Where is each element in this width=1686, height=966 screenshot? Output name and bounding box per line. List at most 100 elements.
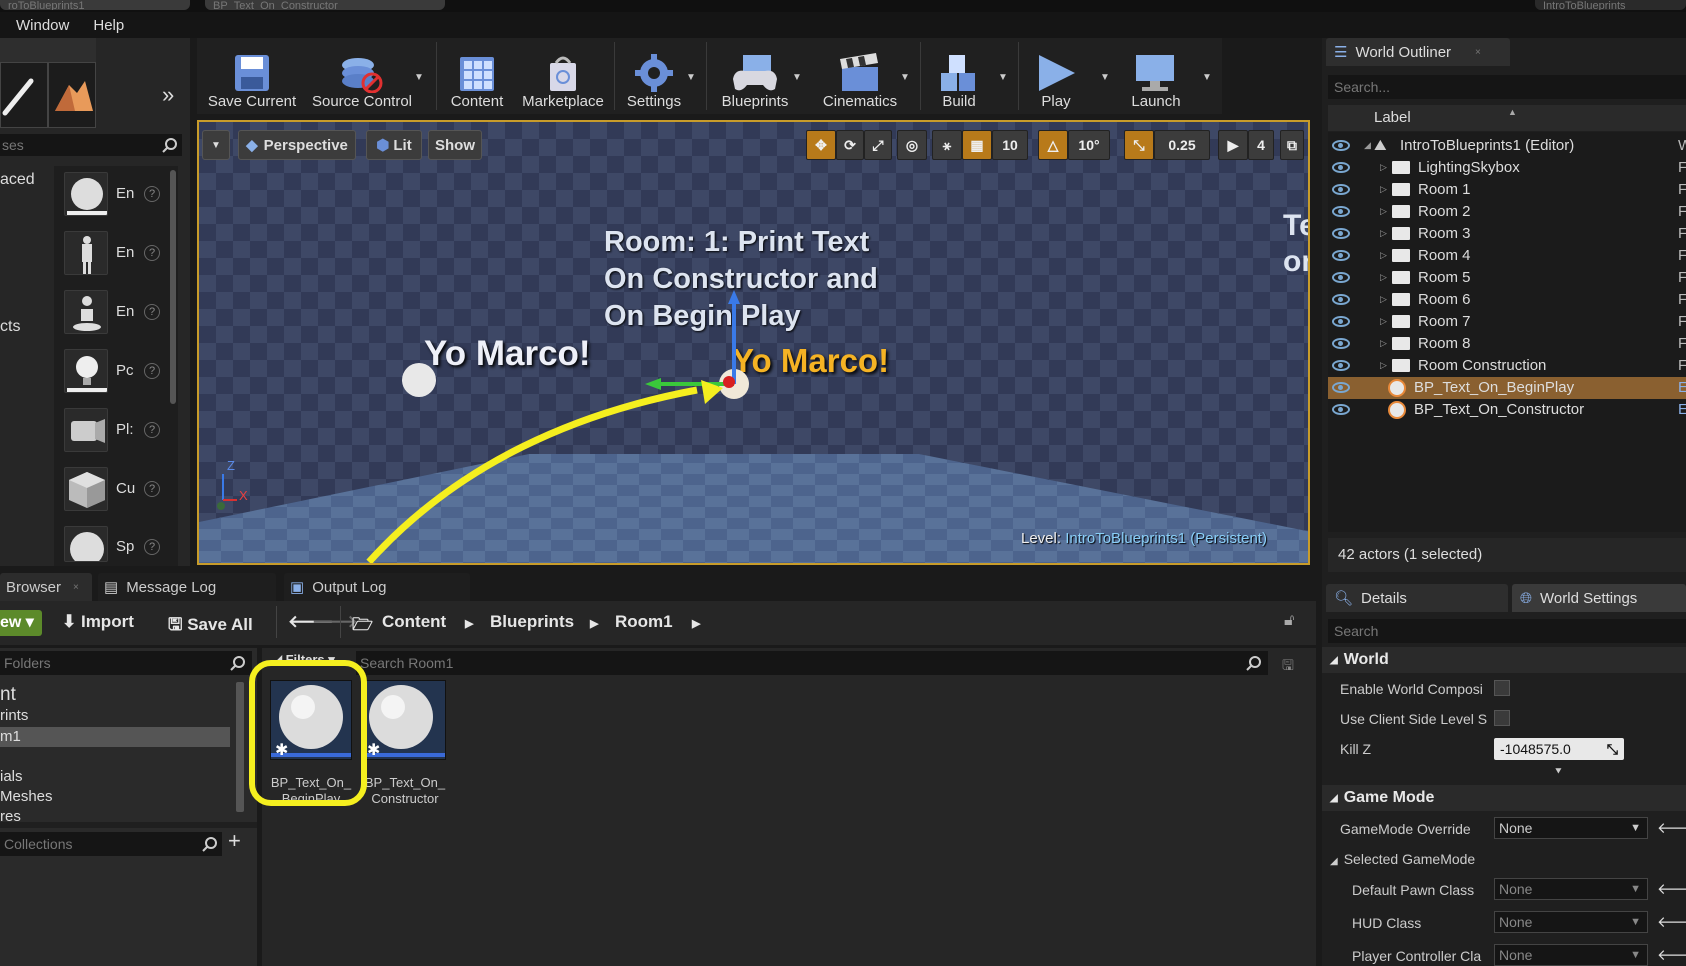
chevron-down-icon[interactable]: ▼: [792, 72, 802, 83]
outliner-row[interactable]: ▷ Room 3 F: [1328, 223, 1686, 245]
tab-message-log[interactable]: ▤ Message Log: [98, 573, 276, 601]
outliner-column-header[interactable]: Label ▲: [1328, 105, 1686, 131]
tree-item-blueprints[interactable]: rints: [0, 707, 28, 724]
category-objects[interactable]: cts: [0, 318, 20, 336]
hud-class-select[interactable]: None ▼: [1494, 911, 1648, 933]
collections-search-input[interactable]: Collections: [0, 832, 222, 856]
menu-window[interactable]: Window: [16, 17, 69, 34]
expand-icon[interactable]: ▷: [1380, 162, 1387, 173]
modes-tab[interactable]: [0, 38, 96, 62]
visibility-eye-icon[interactable]: [1332, 316, 1350, 327]
expand-icon[interactable]: ▷: [1380, 272, 1387, 283]
visibility-eye-icon[interactable]: [1332, 338, 1350, 349]
outliner-row[interactable]: ▷ Room 7 F: [1328, 311, 1686, 333]
lit-button[interactable]: ⬢ Lit: [366, 130, 422, 160]
breadcrumb-blueprints[interactable]: Blueprints: [490, 612, 574, 632]
expand-advanced-icon[interactable]: ⯆: [1554, 766, 1563, 779]
outliner-row[interactable]: ▷ LightingSkybox F: [1328, 157, 1686, 179]
surface-snap-icon[interactable]: ⚹: [932, 130, 962, 160]
help-icon[interactable]: ?: [144, 186, 160, 202]
visibility-eye-icon[interactable]: [1332, 228, 1350, 239]
brush-mode-icon[interactable]: [0, 62, 48, 128]
outliner-row[interactable]: ▷ Room Construction F: [1328, 355, 1686, 377]
use-selected-arrow-icon[interactable]: 🡐: [1657, 912, 1686, 931]
launch-button[interactable]: Launch: [1118, 42, 1194, 112]
asset-search-input[interactable]: Search Room1: [356, 651, 1268, 675]
label-column-header[interactable]: Label: [1374, 109, 1411, 126]
save-all-button[interactable]: 🖫 Save All: [168, 612, 253, 641]
outliner-row[interactable]: ▷ Room 1 F: [1328, 179, 1686, 201]
marketplace-button[interactable]: Marketplace: [516, 42, 610, 112]
kill-z-input[interactable]: -1048575.0 ⤡: [1494, 738, 1624, 760]
outliner-search-input[interactable]: Search...: [1328, 75, 1686, 99]
add-new-button[interactable]: ew ▾: [0, 610, 42, 636]
visibility-eye-icon[interactable]: [1332, 184, 1350, 195]
visibility-eye-icon[interactable]: [1332, 272, 1350, 283]
use-selected-arrow-icon[interactable]: 🡐: [1657, 879, 1686, 898]
close-icon[interactable]: ×: [1475, 47, 1481, 58]
outliner-row[interactable]: ▷ Room 2 F: [1328, 201, 1686, 223]
visibility-eye-icon[interactable]: [1332, 360, 1350, 371]
tab-content-browser[interactable]: Browser ×: [0, 573, 92, 601]
expand-icon[interactable]: ▷: [1380, 316, 1387, 327]
spinner-icon[interactable]: ⤡: [1607, 738, 1618, 760]
visibility-eye-icon[interactable]: [1332, 294, 1350, 305]
expand-icon[interactable]: ▷: [1380, 250, 1387, 261]
expand-icon[interactable]: ▷: [1380, 228, 1387, 239]
expand-icon[interactable]: ▷: [1380, 206, 1387, 217]
rotation-snap-icon[interactable]: △: [1038, 130, 1068, 160]
section-game-mode[interactable]: ◢ Game Mode: [1322, 785, 1686, 811]
chevron-down-icon[interactable]: ▼: [1202, 72, 1212, 83]
chevron-right-icon[interactable]: ▶: [692, 617, 700, 630]
collapse-icon[interactable]: ◢: [1364, 140, 1371, 151]
outliner-row[interactable]: ◢ ⛰ IntroToBlueprints1 (Editor) W: [1328, 135, 1686, 157]
chevron-down-icon[interactable]: ▼: [414, 72, 424, 83]
gamemode-override-select[interactable]: None ▼: [1494, 817, 1648, 839]
default-pawn-select[interactable]: None ▼: [1494, 878, 1648, 900]
section-world[interactable]: ◢ World: [1322, 647, 1686, 673]
visibility-eye-icon[interactable]: [1332, 382, 1350, 393]
collapse-icon[interactable]: ◢: [1330, 856, 1338, 867]
more-modes-icon[interactable]: »: [162, 82, 174, 108]
outliner-row[interactable]: ▷ Room 4 F: [1328, 245, 1686, 267]
forward-arrow-icon[interactable]: 🡒: [312, 612, 358, 632]
rotation-snap-value[interactable]: 10°: [1068, 130, 1110, 160]
tree-item-materials[interactable]: ials: [0, 768, 23, 785]
place-search-input[interactable]: ses: [0, 134, 182, 156]
play-button[interactable]: Play: [1022, 42, 1090, 112]
cube-icon[interactable]: [64, 467, 108, 511]
expand-icon[interactable]: ▷: [1380, 294, 1387, 305]
place-scrollbar[interactable]: [170, 170, 176, 404]
chevron-right-icon[interactable]: ▶: [590, 617, 598, 630]
camera-speed-value[interactable]: 4: [1248, 130, 1274, 160]
blueprints-button[interactable]: Blueprints: [712, 42, 798, 112]
scale-snap-value[interactable]: 0.25: [1154, 130, 1210, 160]
outliner-row[interactable]: BP_Text_On_Constructor E: [1328, 399, 1686, 421]
lock-icon[interactable]: 🔓︎: [1284, 612, 1294, 630]
content-button[interactable]: Content: [440, 42, 514, 112]
close-icon[interactable]: ×: [73, 582, 79, 593]
tab-world-outliner[interactable]: ☰ World Outliner ×: [1326, 38, 1510, 66]
save-current-button[interactable]: Save Current: [200, 42, 304, 112]
outliner-row[interactable]: BP_Text_On_BeginPlay E: [1328, 377, 1686, 399]
enable-world-composition-checkbox[interactable]: [1494, 680, 1510, 696]
visibility-eye-icon[interactable]: [1332, 206, 1350, 217]
tab-level[interactable]: roToBlueprints1: [0, 0, 190, 10]
add-collection-icon[interactable]: +: [228, 828, 241, 854]
level-viewport[interactable]: Room: 1: Print Text On Constructor and O…: [197, 120, 1310, 565]
help-icon[interactable]: ?: [144, 539, 160, 555]
player-controller-select[interactable]: None ▼: [1494, 944, 1648, 966]
scale-mode-icon[interactable]: ⤢: [864, 130, 892, 160]
chevron-down-icon[interactable]: ▼: [686, 72, 696, 83]
source-control-button[interactable]: Source Control: [306, 42, 418, 112]
camera-speed-icon[interactable]: ▶: [1218, 130, 1248, 160]
import-button[interactable]: ⬇ Import: [62, 612, 134, 632]
use-client-side-checkbox[interactable]: [1494, 710, 1510, 726]
use-selected-arrow-icon[interactable]: 🡐: [1657, 945, 1686, 964]
visibility-eye-icon[interactable]: [1332, 140, 1350, 151]
settings-button[interactable]: Settings: [618, 42, 690, 112]
tree-scrollbar[interactable]: [236, 682, 244, 812]
chevron-down-icon[interactable]: ▼: [900, 72, 910, 83]
asset-tile[interactable]: ✱: [364, 680, 446, 760]
viewport-options-button[interactable]: ▼: [202, 130, 230, 160]
